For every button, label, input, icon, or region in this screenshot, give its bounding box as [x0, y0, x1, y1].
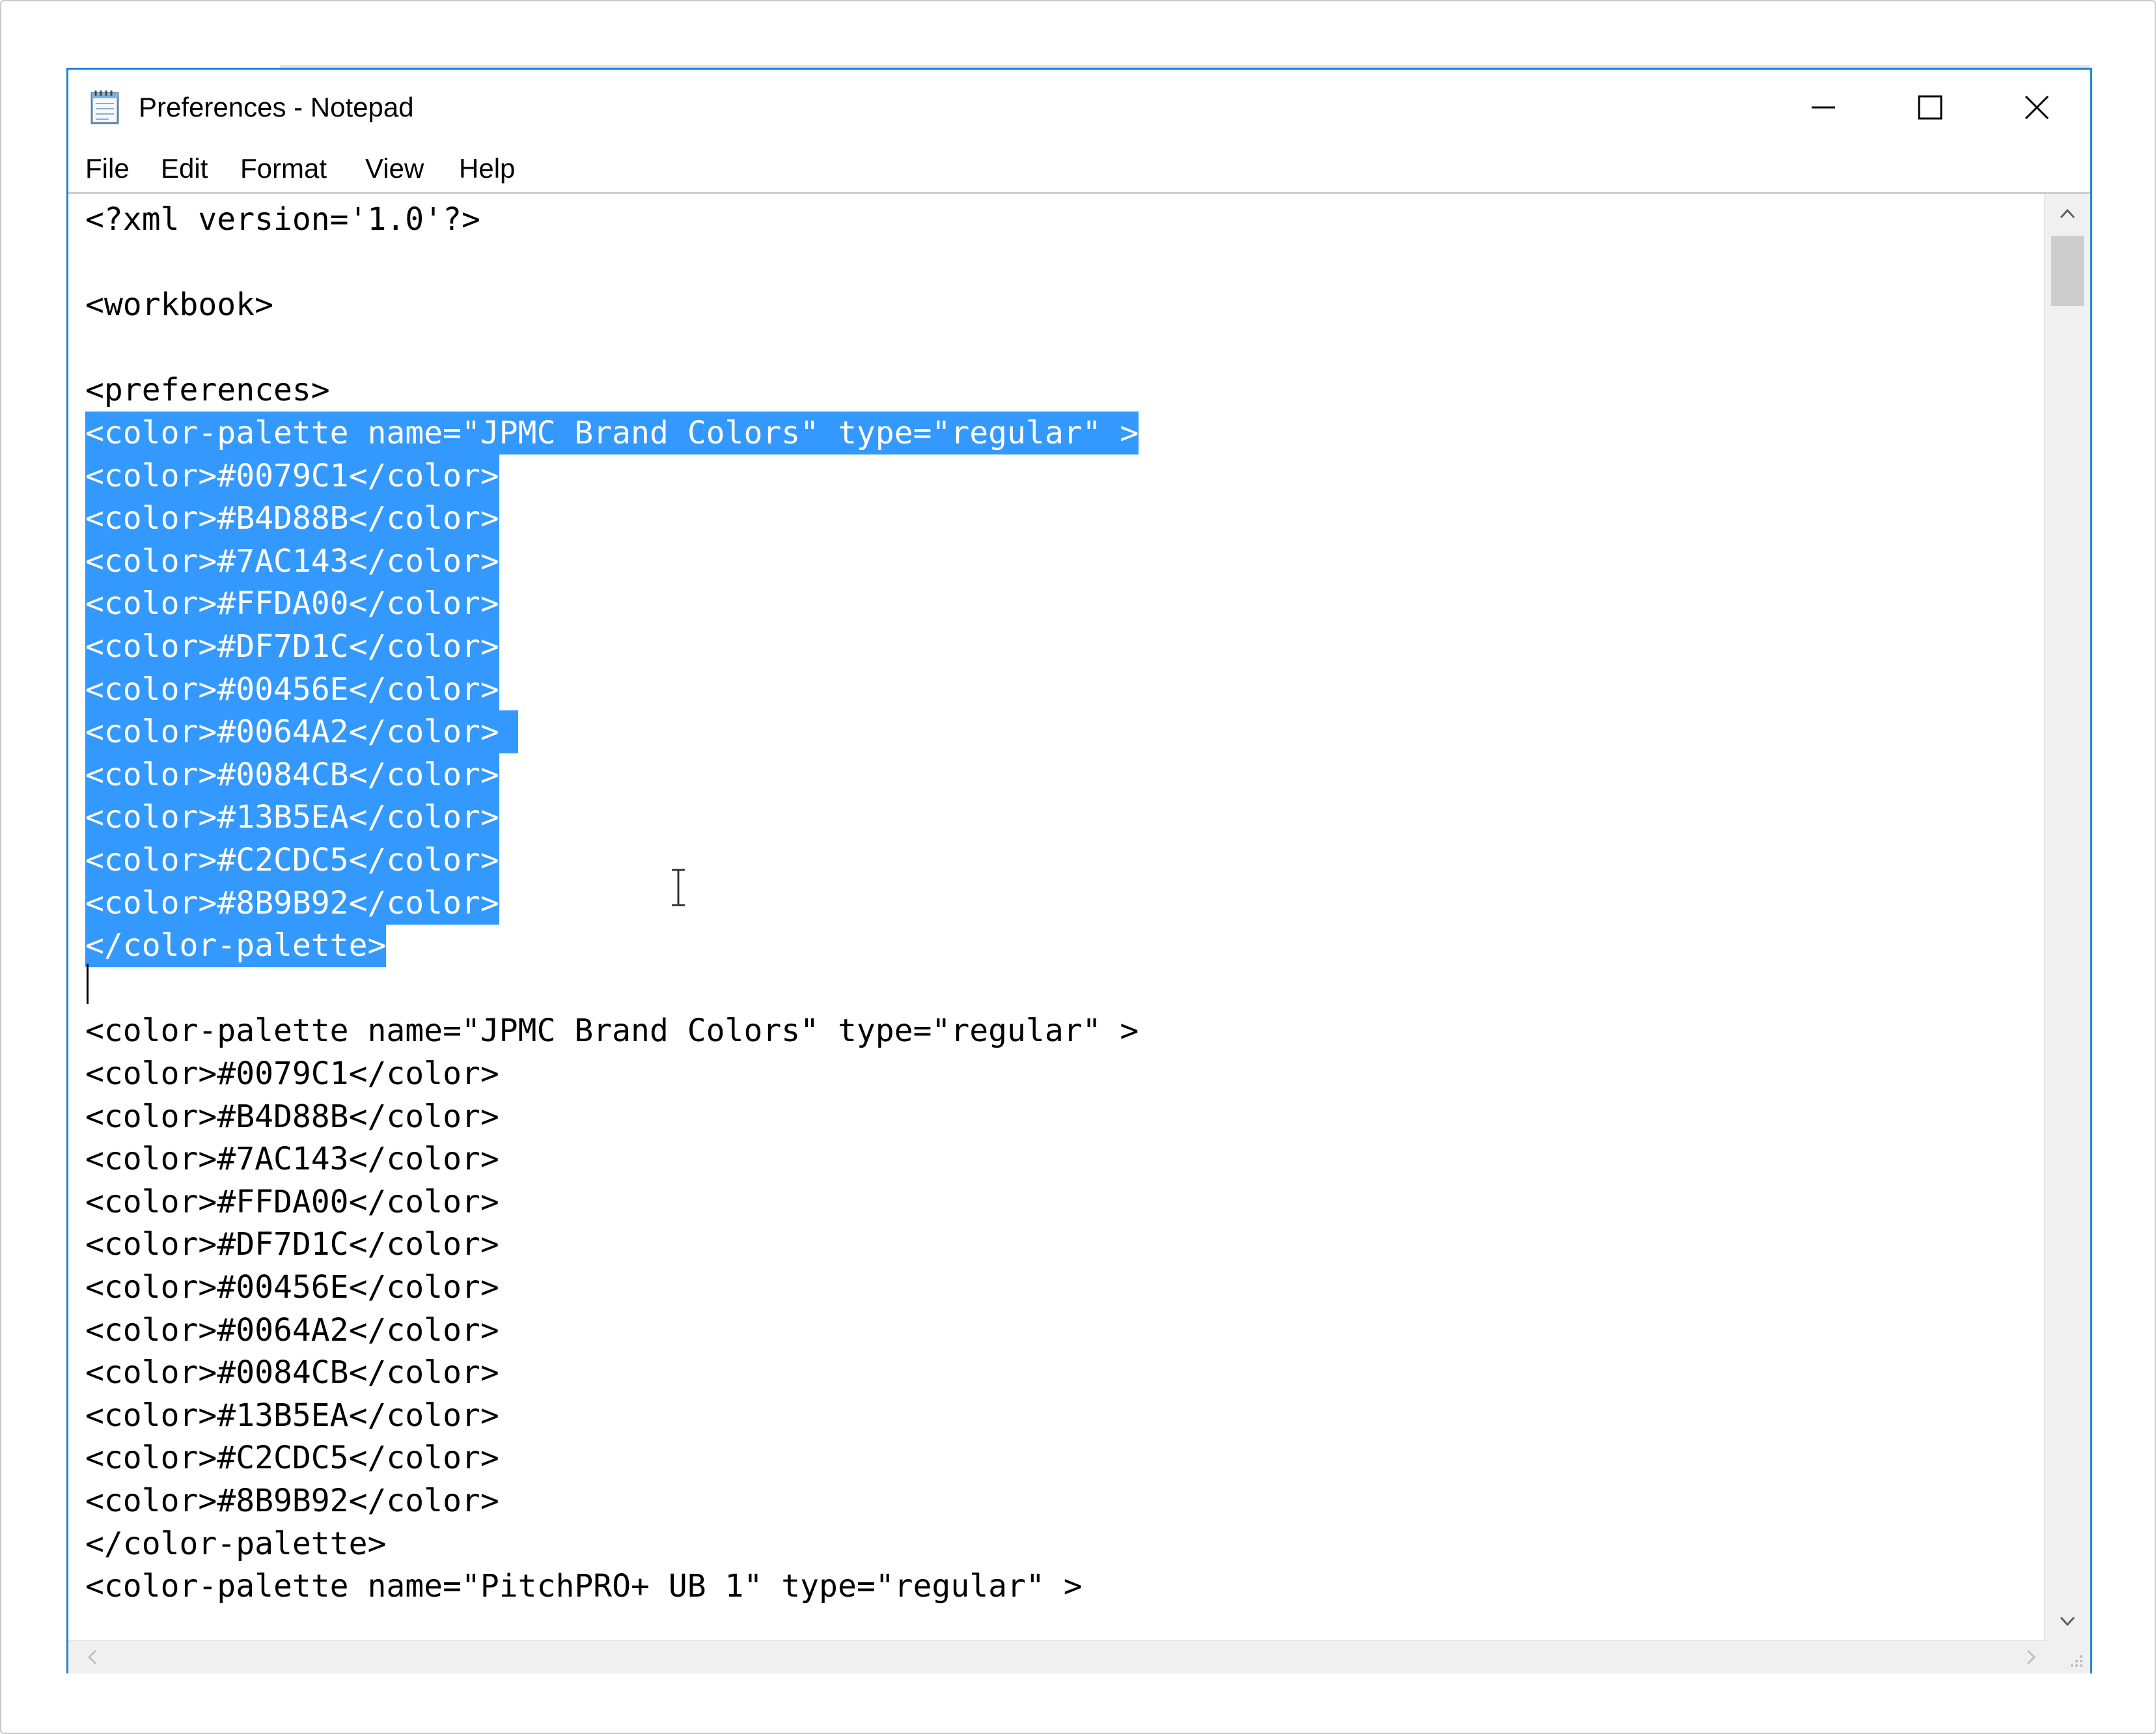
notepad-window: Preferences - Notepad File Edit Format V… — [66, 68, 2092, 1673]
maximize-icon — [1918, 95, 1942, 120]
resize-grip-icon — [2071, 1655, 2082, 1667]
window-title: Preferences - Notepad — [139, 92, 414, 122]
menu-file[interactable]: File — [85, 145, 130, 192]
code-line: <color>#7AC143</color> — [85, 539, 499, 583]
text-edit-area[interactable]: <?xml version='1.0'?> <workbook> <preferen… — [68, 194, 2047, 1641]
ibeam-cursor-icon — [672, 869, 685, 906]
code-line: <color>#B4D88B</color> — [85, 497, 499, 540]
vertical-scroll-thumb[interactable] — [2051, 236, 2084, 306]
maximize-button[interactable] — [1877, 70, 1983, 145]
horizontal-scrollbar[interactable] — [68, 1640, 2047, 1673]
vertical-scrollbar[interactable] — [2044, 194, 2090, 1641]
close-icon — [2025, 95, 2049, 120]
code-line: <color>#00456E</color> — [85, 1269, 499, 1306]
notepad-icon — [89, 88, 123, 126]
scroll-up-button[interactable] — [2045, 194, 2090, 233]
scroll-down-button[interactable] — [2045, 1602, 2090, 1641]
chevron-left-icon — [87, 1649, 97, 1665]
code-line: <color>#DF7D1C</color> — [85, 1226, 499, 1263]
code-line: <color-palette name="JPMC Brand Colors" … — [85, 412, 1139, 454]
code-line: <color>#00456E</color> — [85, 667, 499, 711]
chevron-up-icon — [2060, 208, 2075, 219]
code-line: <color-palette name="PitchPRO+ UB 1" typ… — [85, 1568, 1083, 1605]
code-line: <color>#C2CDC5</color> — [85, 839, 499, 882]
code-line: <color>#DF7D1C</color> — [85, 625, 499, 668]
code-line: </color-palette> — [85, 924, 387, 968]
code-line: <color>#0084CB</color> — [85, 753, 499, 796]
code-line: <color>#0079C1</color> — [85, 454, 499, 497]
title-bar[interactable]: Preferences - Notepad — [68, 70, 2090, 145]
menu-help[interactable]: Help — [459, 145, 515, 192]
code-line: <color>#13B5EA</color> — [85, 796, 499, 839]
text-caret — [87, 964, 89, 1004]
code-line: <color>#13B5EA</color> — [85, 1397, 499, 1434]
code-line: <color>#8B9B92</color> — [85, 1483, 499, 1519]
menu-format[interactable]: Format — [240, 145, 327, 192]
menu-edit[interactable]: Edit — [161, 145, 208, 192]
code-line: <color-palette name="JPMC Brand Colors" … — [85, 1013, 1139, 1050]
chevron-down-icon — [2060, 1616, 2075, 1627]
close-button[interactable] — [1983, 70, 2090, 145]
code-line: <color>#0064A2</color> — [85, 710, 518, 754]
code-line: <color>#7AC143</color> — [85, 1141, 499, 1178]
code-line: <?xml version='1.0'?> — [85, 201, 480, 238]
editor-area: <?xml version='1.0'?> <workbook> <preferen… — [68, 192, 2090, 1673]
resize-grip[interactable] — [2045, 1641, 2090, 1673]
code-line: <color>#B4D88B</color> — [85, 1098, 499, 1135]
minimize-icon — [1812, 106, 1835, 109]
code-line: <color>#FFDA00</color> — [85, 582, 499, 626]
menu-bar: File Edit Format View Help — [68, 145, 2090, 192]
chevron-right-icon — [2026, 1649, 2036, 1665]
code-line: <workbook> — [85, 287, 273, 324]
code-line: <color>#0084CB</color> — [85, 1354, 499, 1391]
scroll-left-button[interactable] — [76, 1641, 109, 1673]
code-line: <color>#0079C1</color> — [85, 1056, 499, 1092]
code-line: <color>#C2CDC5</color> — [85, 1440, 499, 1477]
code-line: <color>#8B9B92</color> — [85, 881, 499, 925]
code-line: <preferences> — [85, 372, 330, 409]
menu-view[interactable]: View — [365, 145, 424, 192]
minimize-button[interactable] — [1770, 70, 1877, 145]
code-line: <color>#0064A2</color> — [85, 1311, 499, 1349]
code-line: <color>#FFDA00</color> — [85, 1183, 499, 1220]
code-line: </color-palette> — [85, 1525, 387, 1562]
scroll-right-button[interactable] — [2015, 1641, 2047, 1673]
